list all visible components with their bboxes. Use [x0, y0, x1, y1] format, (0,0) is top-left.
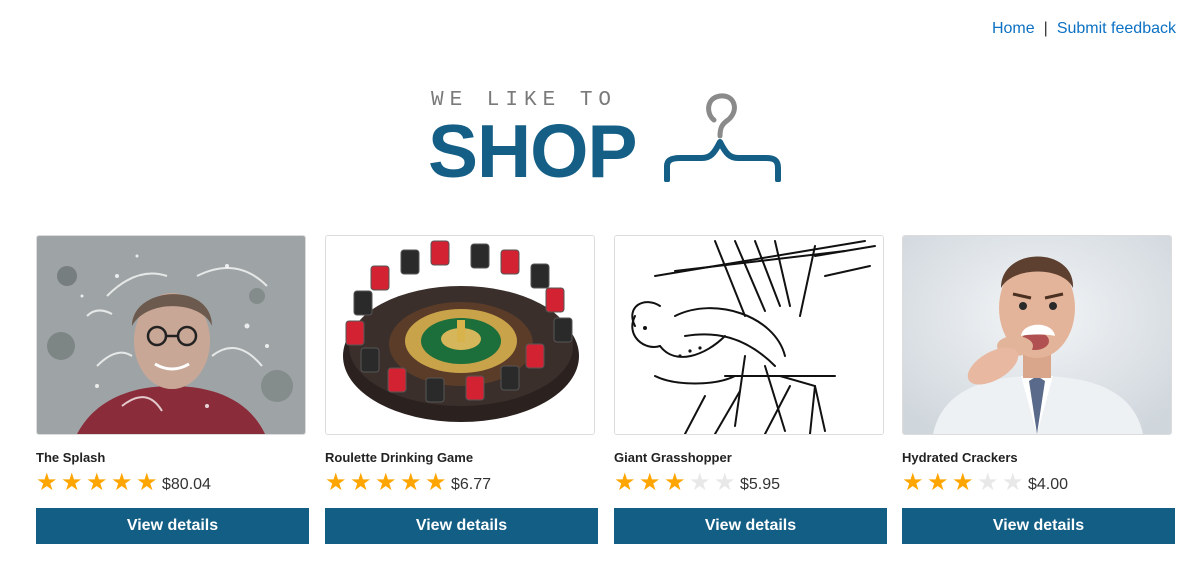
splash-photo[interactable] — [36, 235, 306, 435]
submit-feedback-link[interactable]: Submit feedback — [1057, 20, 1176, 37]
product-name[interactable]: Roulette Drinking Game — [325, 450, 473, 466]
grasshopper-image — [615, 236, 883, 434]
roulette-image — [326, 236, 594, 434]
logo-word: SHOP — [428, 109, 638, 193]
view-details-button[interactable]: View details — [36, 508, 309, 544]
product-card: Roulette Drinking Game ★ ★ ★ ★ ★ $6.77 View … — [325, 235, 599, 545]
star-rating: ★ ★ ★ ★ ★ — [36, 471, 161, 495]
star-filled-icon: ★ — [325, 469, 347, 496]
product-rating-row: ★ ★ ★ ★ ★ $80.04 — [36, 471, 211, 495]
star-filled-icon: ★ — [375, 469, 397, 496]
splash-image — [37, 236, 305, 434]
grasshopper-sketch[interactable] — [614, 235, 884, 435]
star-filled-icon: ★ — [136, 469, 158, 496]
product-price: $5.95 — [740, 475, 781, 493]
star-filled-icon: ★ — [902, 469, 924, 496]
star-empty-icon: ★ — [977, 469, 999, 496]
star-filled-icon: ★ — [111, 469, 133, 496]
product-name[interactable]: The Splash — [36, 450, 105, 466]
home-link[interactable]: Home — [992, 20, 1035, 37]
star-filled-icon: ★ — [350, 469, 372, 496]
star-empty-icon: ★ — [714, 469, 736, 496]
view-details-button[interactable]: View details — [325, 508, 598, 544]
star-rating: ★ ★ ★ ★ ★ — [614, 471, 739, 495]
star-filled-icon: ★ — [664, 469, 686, 496]
product-card: Hydrated Crackers ★ ★ ★ ★ ★ $4.00 View detai… — [902, 235, 1176, 545]
star-rating: ★ ★ ★ ★ ★ — [902, 471, 1027, 495]
shop-page: Home | Submit feedback WE LIKE TO SHOP T… — [0, 0, 1201, 569]
product-card: Giant Grasshopper ★ ★ ★ ★ ★ $5.95 View detai… — [614, 235, 888, 545]
crackers-image — [903, 236, 1171, 434]
star-filled-icon: ★ — [952, 469, 974, 496]
star-filled-icon: ★ — [61, 469, 83, 496]
nav-separator: | — [1043, 20, 1048, 37]
product-rating-row: ★ ★ ★ ★ ★ $6.77 — [325, 471, 491, 495]
star-filled-icon: ★ — [927, 469, 949, 496]
star-filled-icon: ★ — [425, 469, 447, 496]
hanger-icon — [664, 93, 781, 182]
star-empty-icon: ★ — [689, 469, 711, 496]
product-name[interactable]: Hydrated Crackers — [902, 450, 1018, 466]
product-grid: The Splash ★★★★★ $80.04 View details — [36, 235, 1176, 550]
view-details-button[interactable]: View details — [902, 508, 1175, 544]
crackers-photo[interactable] — [902, 235, 1172, 435]
product-card: The Splash ★ ★ ★ ★ ★ $80.04 View details — [36, 235, 310, 545]
star-filled-icon: ★ — [36, 469, 58, 496]
top-nav: Home | Submit feedback — [992, 19, 1176, 39]
product-rating-row: ★ ★ ★ ★ ★ $5.95 — [614, 471, 780, 495]
shop-logo[interactable]: WE LIKE TO SHOP — [428, 86, 788, 193]
product-price: $80.04 — [162, 475, 211, 493]
product-price: $4.00 — [1028, 475, 1069, 493]
star-filled-icon: ★ — [400, 469, 422, 496]
star-empty-icon: ★ — [1002, 469, 1024, 496]
star-filled-icon: ★ — [639, 469, 661, 496]
view-details-button[interactable]: View details — [614, 508, 887, 544]
product-rating-row: ★ ★ ★ ★ ★ $4.00 — [902, 471, 1068, 495]
star-filled-icon: ★ — [614, 469, 636, 496]
roulette-photo[interactable] — [325, 235, 595, 435]
star-rating: ★ ★ ★ ★ ★ — [325, 471, 450, 495]
star-filled-icon: ★ — [86, 469, 108, 496]
product-name[interactable]: Giant Grasshopper — [614, 450, 732, 466]
product-price: $6.77 — [451, 475, 492, 493]
